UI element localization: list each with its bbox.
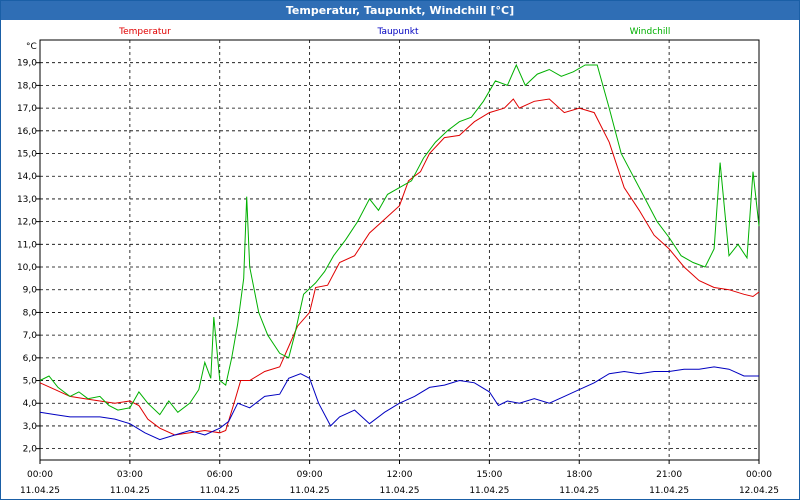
x-tick-date-label: 11.04.25 (290, 486, 330, 496)
x-tick-date-label: 11.04.25 (559, 486, 599, 496)
y-axis-unit-label: °C (26, 42, 37, 52)
x-tick-time-label: 15:00 (476, 470, 502, 480)
y-tick-label: 17,0 (17, 104, 37, 114)
y-tick-label: 13,0 (17, 195, 37, 205)
x-tick-time-label: 06:00 (207, 470, 233, 480)
y-tick-label: 6,0 (23, 354, 38, 364)
x-axis-ticks: 00:00 11.04.25 03:00 11.04.25 06:00 11.04.25 0… (20, 460, 779, 496)
grid-lines (40, 40, 759, 460)
x-tick-time-label: 03:00 (117, 470, 143, 480)
y-tick-label: 9,0 (23, 286, 38, 296)
y-tick-label: 19,0 (17, 59, 37, 69)
y-tick-label: 12,0 (17, 218, 37, 228)
x-tick-time-label: 18:00 (566, 470, 592, 480)
y-tick-label: 16,0 (17, 127, 37, 137)
y-tick-label: 5,0 (23, 377, 38, 387)
y-tick-label: 10,0 (17, 263, 37, 273)
y-tick-label: 11,0 (17, 240, 37, 250)
y-tick-label: 18,0 (17, 81, 37, 91)
x-tick-time-label: 00:00 (27, 470, 53, 480)
x-tick-time-label: 21:00 (656, 470, 682, 480)
y-tick-label: 2,0 (23, 445, 38, 455)
y-tick-label: 15,0 (17, 150, 37, 160)
legend-entry-taupunkt: Taupunkt (376, 27, 419, 37)
x-tick-time-label: 12:00 (387, 470, 413, 480)
x-tick-date-label: 11.04.25 (649, 486, 689, 496)
y-tick-label: 3,0 (23, 422, 38, 432)
y-tick-label: 8,0 (23, 308, 38, 318)
y-tick-label: 4,0 (23, 399, 38, 409)
legend: Temperatur Taupunkt Windchill (118, 27, 670, 37)
x-tick-date-label: 11.04.25 (200, 486, 240, 496)
x-tick-time-label: 09:00 (297, 470, 323, 480)
y-axis-ticks: 2,0 3,0 4,0 5,0 6,0 7,0 8,0 9,0 10,0 11,0 12,0 13,0… (17, 59, 40, 455)
y-tick-label: 14,0 (17, 172, 37, 182)
x-tick-date-label: 11.04.25 (379, 486, 419, 496)
x-tick-date-label: 12.04.25 (739, 486, 779, 496)
x-tick-date-label: 11.04.25 (20, 486, 60, 496)
legend-entry-temperatur: Temperatur (118, 27, 171, 37)
legend-entry-windchill: Windchill (630, 27, 671, 37)
x-tick-date-label: 11.04.25 (110, 486, 150, 496)
x-tick-time-label: 00:00 (746, 470, 772, 480)
y-tick-label: 7,0 (23, 331, 38, 341)
x-tick-date-label: 11.04.25 (469, 486, 509, 496)
temperature-chart: 2,0 3,0 4,0 5,0 6,0 7,0 8,0 9,0 10,0 11,0 12,0 13,0… (17, 27, 779, 496)
